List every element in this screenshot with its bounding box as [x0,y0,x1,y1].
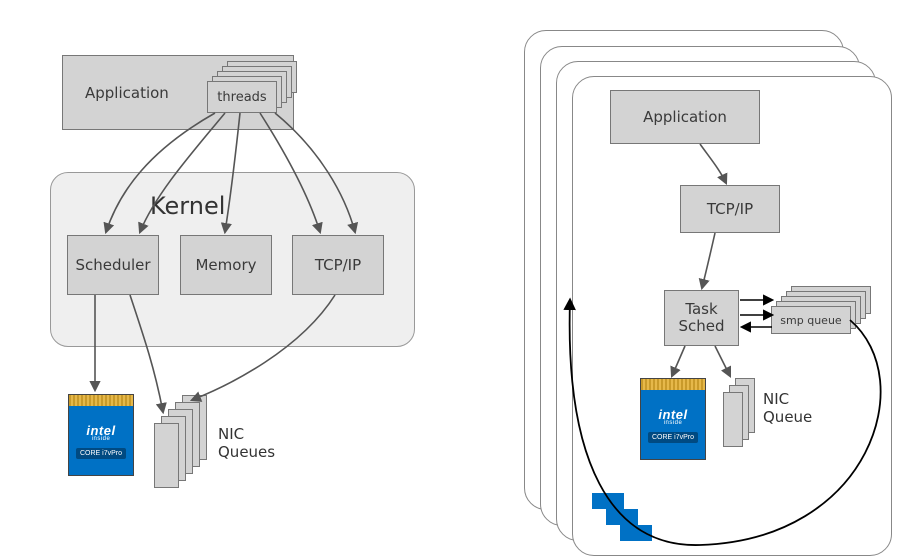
replica-intel-sliver [606,509,638,525]
nic-queue-label: NIC Queue [763,390,812,426]
left-tcpip-label: TCP/IP [315,256,361,274]
smp-queue-front: smp queue [771,306,851,334]
kernel-title: Kernel [150,192,225,220]
intel-inside-text: inside [664,420,683,426]
intel-core-text: CORE i7vPro [648,432,698,443]
scheduler-label: Scheduler [75,256,150,274]
left-tcpip-box: TCP/IP [292,235,384,295]
nic-queues-frame [154,423,179,488]
memory-box: Memory [180,235,272,295]
smp-queue-label: smp queue [780,314,841,327]
memory-label: Memory [195,256,256,274]
task-sched-box: Task Sched [664,290,739,346]
threads-stack-front: threads [207,81,277,113]
nic-queues-label: NIC Queues [218,425,275,461]
intel-inside-text: inside [92,436,111,442]
right-application-box: Application [610,90,760,144]
scheduler-box: Scheduler [67,235,159,295]
replica-intel-sliver [592,493,624,509]
intel-badge-right: intel inside CORE i7vPro [640,378,706,460]
nic-queue-frame [723,392,743,447]
left-application-label: Application [85,84,169,102]
threads-label: threads [217,90,266,105]
intel-gold-strip [641,379,705,390]
replica-intel-sliver [620,525,652,541]
intel-gold-strip [69,395,133,406]
intel-badge-left: intel inside CORE i7vPro [68,394,134,476]
right-tcpip-box: TCP/IP [680,185,780,233]
right-tcpip-label: TCP/IP [707,200,753,218]
right-application-label: Application [643,108,727,126]
task-sched-label: Task Sched [678,301,724,336]
intel-core-text: CORE i7vPro [76,448,126,459]
